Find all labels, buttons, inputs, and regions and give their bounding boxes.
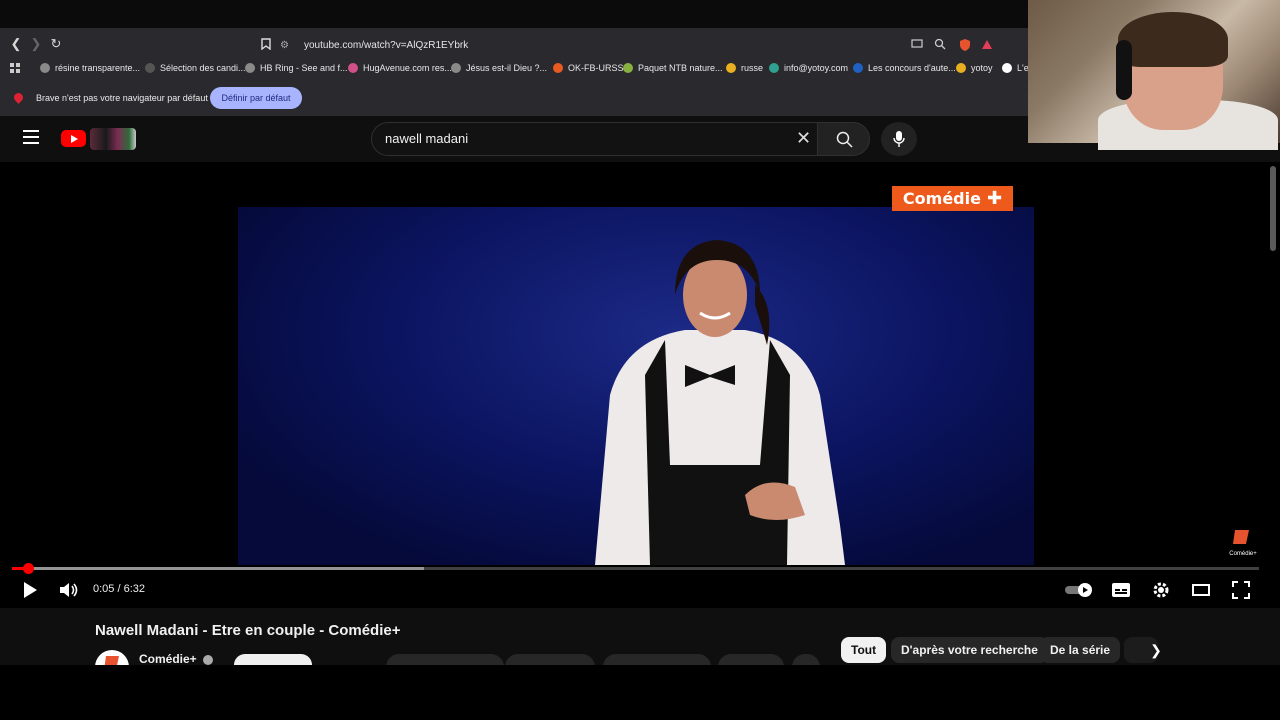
performer-figure [595,240,845,565]
scrubber-handle[interactable] [23,563,34,574]
page-scrollbar[interactable] [1270,166,1276,251]
play-button[interactable] [20,580,40,600]
bookmark-item[interactable]: OK-FB-URSS [553,62,624,74]
url-text: youtube.com/watch?v=AlQzR1EYbrk [304,39,469,51]
gear-icon [1153,582,1169,598]
autoplay-toggle[interactable] [1064,580,1094,600]
bookmark-label: yotoy [971,63,993,73]
bookmark-item[interactable]: HugAvenue.com res... [348,62,452,74]
bookmark-item[interactable]: russe [726,62,763,74]
branding-logo[interactable]: Comédie+ [1226,528,1260,558]
brave-shield-icon[interactable] [955,34,975,54]
cast-icon[interactable] [907,34,927,54]
voice-search-button[interactable] [881,122,917,156]
set-default-button[interactable]: Définir par défaut [210,87,302,109]
bookmark-favicon-icon [726,63,736,73]
hamburger-menu-icon[interactable] [23,130,39,144]
search-icon [836,131,853,148]
bookmark-favicon-icon [40,63,50,73]
microphone-icon [893,131,905,147]
youtube-doodle[interactable] [90,128,136,150]
bookmark-label: résine transparente... [55,63,141,73]
site-settings-icon[interactable]: ⚙ [280,40,294,51]
chips-next-icon[interactable]: ❯ [1148,642,1164,658]
buffered-bar [12,567,424,570]
bookmark-favicon-icon [451,63,461,73]
bookmark-label: Les concours d'aute... [868,63,956,73]
bookmark-item[interactable]: HB Ring - See and f... [245,62,348,74]
brave-rewards-icon[interactable] [977,34,997,54]
bookmark-label: Jésus est-il Dieu ?... [466,63,548,73]
clear-search-icon[interactable]: ✕ [795,129,812,147]
search-input[interactable]: nawell madani [385,131,468,146]
svg-text:Comédie+: Comédie+ [1229,551,1257,557]
chip-related-search[interactable]: D'après votre recherche [891,637,1048,663]
infobar-text: Brave n'est pas votre navigateur par déf… [36,93,208,103]
bookmark-item[interactable]: info@yotoy.com [769,62,848,74]
bookmark-favicon-icon [956,63,966,73]
channel-watermark: Comédie ✚ [892,186,1013,211]
bookmark-item[interactable]: Sélection des candi... [145,62,246,74]
subtitles-icon [1112,583,1130,597]
chip-all[interactable]: Tout [841,637,887,663]
reload-icon[interactable]: ↻ [46,34,66,54]
bookmark-item[interactable]: yotoy [956,62,993,74]
chip-from-series[interactable]: De la série [1040,637,1121,663]
bookmark-label: HugAvenue.com res... [363,63,452,73]
bookmark-label: HB Ring - See and f... [260,63,348,73]
verified-icon [203,655,213,665]
youtube-logo[interactable] [61,130,86,147]
bookmark-favicon-icon [623,63,633,73]
fullscreen-icon [1232,581,1250,599]
autoplay-icon [1065,583,1092,597]
bookmark-label: OK-FB-URSS [568,63,624,73]
address-bar[interactable]: ⚙ youtube.com/watch?v=AlQzR1EYbrk [280,35,1000,55]
channel-name[interactable]: Comédie+ [139,652,197,666]
taskbar-area [0,665,1280,720]
theater-icon [1192,584,1210,596]
settings-button[interactable] [1150,580,1172,600]
watermark-text: Comédie [902,189,981,208]
bookmark-label: Sélection des candi... [160,63,246,73]
bookmark-favicon-icon [245,63,255,73]
bookmark-item[interactable]: Jésus est-il Dieu ?... [451,62,547,74]
volume-button[interactable] [58,580,80,600]
subtitles-button[interactable] [1110,580,1132,600]
bookmark-favicon-icon [769,63,779,73]
bookmark-label: russe [741,63,764,73]
apps-grid-icon[interactable] [5,58,25,78]
fullscreen-button[interactable] [1230,580,1252,600]
bookmark-favicon-icon [553,63,563,73]
video-title: Nawell Madani - Etre en couple - Comédie… [95,622,401,639]
bookmark-favicon-icon [853,63,863,73]
time-display: 0:05 / 6:32 [93,583,145,595]
bookmark-favicon-icon [348,63,358,73]
headphones [1116,40,1132,100]
theater-mode-button[interactable] [1190,580,1212,600]
bookmark-item[interactable]: Les concours d'aute... [853,62,956,74]
zoom-icon[interactable] [930,34,950,54]
bookmark-favicon-icon [1002,63,1012,73]
search-button[interactable] [817,122,870,156]
play-icon [24,582,37,598]
back-icon[interactable]: ❮ [6,34,26,54]
plus-icon: ✚ [986,188,1003,209]
bookmark-item[interactable]: résine transparente... [40,62,140,74]
forward-icon[interactable]: ❯ [26,34,46,54]
webcam-overlay [1028,0,1280,150]
bookmark-label: Paquet NTB nature... [638,63,723,73]
bookmark-item[interactable]: Paquet NTB nature... [623,62,723,74]
bookmark-label: info@yotoy.com [784,63,848,73]
bookmark-icon[interactable] [256,34,276,54]
bookmark-favicon-icon [145,63,155,73]
volume-icon [60,583,78,597]
